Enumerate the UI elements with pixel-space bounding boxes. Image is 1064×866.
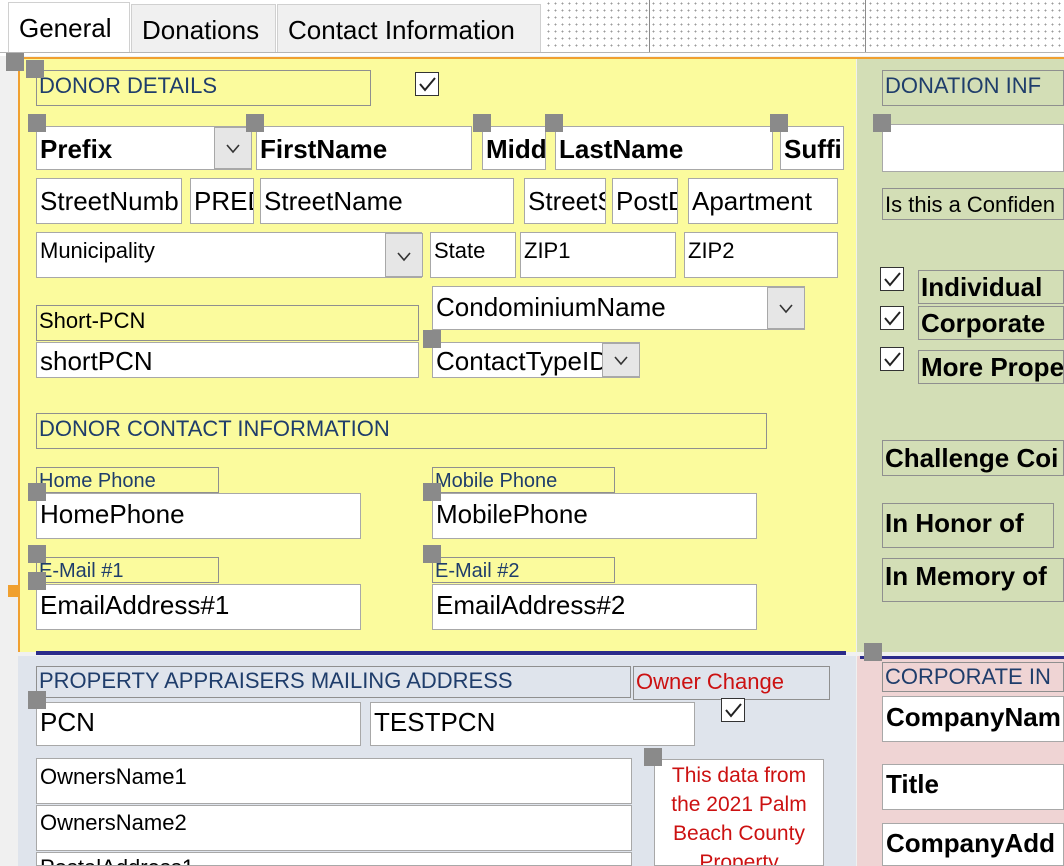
municipality-dropdown-button[interactable] bbox=[385, 233, 423, 277]
suffix-field[interactable]: Suffi bbox=[780, 126, 844, 170]
selection-handle[interactable] bbox=[8, 585, 20, 597]
check-icon bbox=[884, 352, 901, 367]
street-name-field[interactable]: StreetName bbox=[260, 178, 514, 224]
tab-general[interactable]: General bbox=[8, 2, 130, 52]
note-line: This data from bbox=[671, 764, 807, 787]
panel-top-edge bbox=[18, 57, 1064, 59]
more-property-label: More Prope bbox=[918, 350, 1064, 384]
designer-grid bbox=[545, 0, 1064, 50]
in-honor-label: In Honor of bbox=[882, 503, 1054, 548]
selection-handle[interactable] bbox=[28, 572, 46, 590]
zip1-field[interactable]: ZIP1 bbox=[520, 232, 676, 278]
home-phone-field[interactable]: HomePhone bbox=[36, 493, 361, 539]
grid-divider bbox=[865, 0, 866, 52]
middle-name-field[interactable]: Midd bbox=[482, 126, 546, 170]
state-field[interactable]: State bbox=[430, 232, 516, 278]
chevron-down-icon bbox=[397, 252, 411, 262]
owners-name1-field[interactable]: OwnersName1 bbox=[36, 758, 632, 804]
selection-handle[interactable] bbox=[28, 545, 46, 563]
section-divider bbox=[860, 656, 1064, 659]
challenge-label: Challenge Coi bbox=[882, 440, 1064, 476]
corporate-checkbox[interactable] bbox=[880, 306, 904, 330]
corporate-info-title: CORPORATE IN bbox=[882, 662, 1064, 692]
property-appraisers-title: PROPERTY APPRAISERS MAILING ADDRESS bbox=[36, 666, 631, 698]
selection-handle[interactable] bbox=[770, 114, 788, 132]
chevron-down-icon bbox=[779, 304, 793, 314]
individual-label: Individual bbox=[918, 270, 1064, 304]
donor-details-checkbox[interactable] bbox=[415, 72, 439, 96]
check-icon bbox=[419, 77, 436, 92]
postal-address1-field[interactable]: PostalAddress1 bbox=[36, 852, 632, 866]
short-pcn-field[interactable]: shortPCN bbox=[36, 342, 419, 378]
test-pcn-field[interactable]: TESTPCN bbox=[370, 702, 695, 746]
first-name-field[interactable]: FirstName bbox=[256, 126, 472, 170]
selection-handle[interactable] bbox=[873, 114, 891, 132]
selection-handle[interactable] bbox=[423, 483, 441, 501]
selection-handle[interactable] bbox=[423, 545, 441, 563]
condominium-select[interactable]: CondominiumName bbox=[432, 286, 805, 330]
email2-field[interactable]: EmailAddress#2 bbox=[432, 584, 757, 630]
zip2-field[interactable]: ZIP2 bbox=[684, 232, 838, 278]
owner-change-label: Owner Change bbox=[633, 666, 830, 700]
selection-handle[interactable] bbox=[545, 114, 563, 132]
tab-underline bbox=[0, 52, 1064, 53]
check-icon bbox=[884, 272, 901, 287]
in-memory-label: In Memory of bbox=[882, 558, 1064, 602]
selection-handle[interactable] bbox=[28, 691, 46, 709]
tab-contact-information[interactable]: Contact Information bbox=[277, 4, 541, 52]
chevron-down-icon bbox=[226, 144, 240, 154]
selection-handle[interactable] bbox=[423, 330, 441, 348]
email1-label: E-Mail #1 bbox=[36, 557, 219, 583]
note-line: Beach County bbox=[673, 822, 805, 845]
short-pcn-label: Short-PCN bbox=[36, 305, 419, 341]
pre-direction-field[interactable]: PRED bbox=[190, 178, 254, 224]
check-icon bbox=[725, 703, 742, 718]
apartment-field[interactable]: Apartment bbox=[688, 178, 838, 224]
title-field[interactable]: Title bbox=[882, 764, 1064, 810]
donor-details-title: DONOR DETAILS bbox=[36, 70, 371, 106]
chevron-down-icon bbox=[614, 356, 628, 366]
pcn-field[interactable]: PCN bbox=[36, 702, 361, 746]
prefix-dropdown-button[interactable] bbox=[214, 127, 252, 169]
donation-field[interactable] bbox=[882, 124, 1064, 172]
selection-handle[interactable] bbox=[473, 114, 491, 132]
selection-handle[interactable] bbox=[28, 114, 46, 132]
selection-handle[interactable] bbox=[644, 748, 662, 766]
tab-donations[interactable]: Donations bbox=[131, 4, 276, 52]
street-number-field[interactable]: StreetNumb bbox=[36, 178, 182, 224]
selection-handle[interactable] bbox=[6, 53, 24, 71]
contact-type-dropdown-button[interactable] bbox=[602, 343, 640, 377]
note-line: Property bbox=[699, 851, 779, 866]
email1-field[interactable]: EmailAddress#1 bbox=[36, 584, 361, 630]
more-property-checkbox[interactable] bbox=[880, 347, 904, 371]
email2-label: E-Mail #2 bbox=[432, 557, 615, 583]
check-icon bbox=[884, 311, 901, 326]
grid-divider bbox=[649, 0, 650, 52]
confidential-label: Is this a Confiden bbox=[882, 188, 1064, 220]
owner-change-checkbox[interactable] bbox=[721, 698, 745, 722]
panel-left-edge bbox=[18, 58, 20, 652]
company-address-field[interactable]: CompanyAdd bbox=[882, 823, 1064, 866]
street-suffix-field[interactable]: StreetS bbox=[524, 178, 606, 224]
individual-checkbox[interactable] bbox=[880, 267, 904, 291]
property-data-note: This data from the 2021 Palm Beach Count… bbox=[654, 759, 824, 866]
selection-handle[interactable] bbox=[864, 643, 882, 661]
note-line: the 2021 Palm bbox=[671, 793, 807, 816]
selection-handle[interactable] bbox=[246, 114, 264, 132]
condominium-dropdown-button[interactable] bbox=[767, 287, 805, 329]
last-name-field[interactable]: LastName bbox=[555, 126, 773, 170]
owners-name2-field[interactable]: OwnersName2 bbox=[36, 805, 632, 851]
selection-handle[interactable] bbox=[26, 60, 44, 78]
company-name-field[interactable]: CompanyNam bbox=[882, 696, 1064, 742]
post-direction-field[interactable]: PostD bbox=[612, 178, 678, 224]
municipality-select[interactable]: Municipality bbox=[36, 232, 422, 278]
corporate-label: Corporate bbox=[918, 306, 1064, 340]
home-phone-label: Home Phone bbox=[36, 467, 219, 493]
selection-handle[interactable] bbox=[28, 483, 46, 501]
donation-info-title: DONATION INF bbox=[882, 70, 1064, 106]
donor-contact-title: DONOR CONTACT INFORMATION bbox=[36, 413, 767, 449]
mobile-phone-field[interactable]: MobilePhone bbox=[432, 493, 757, 539]
mobile-phone-label: Mobile Phone bbox=[432, 467, 615, 493]
section-divider bbox=[36, 651, 846, 655]
